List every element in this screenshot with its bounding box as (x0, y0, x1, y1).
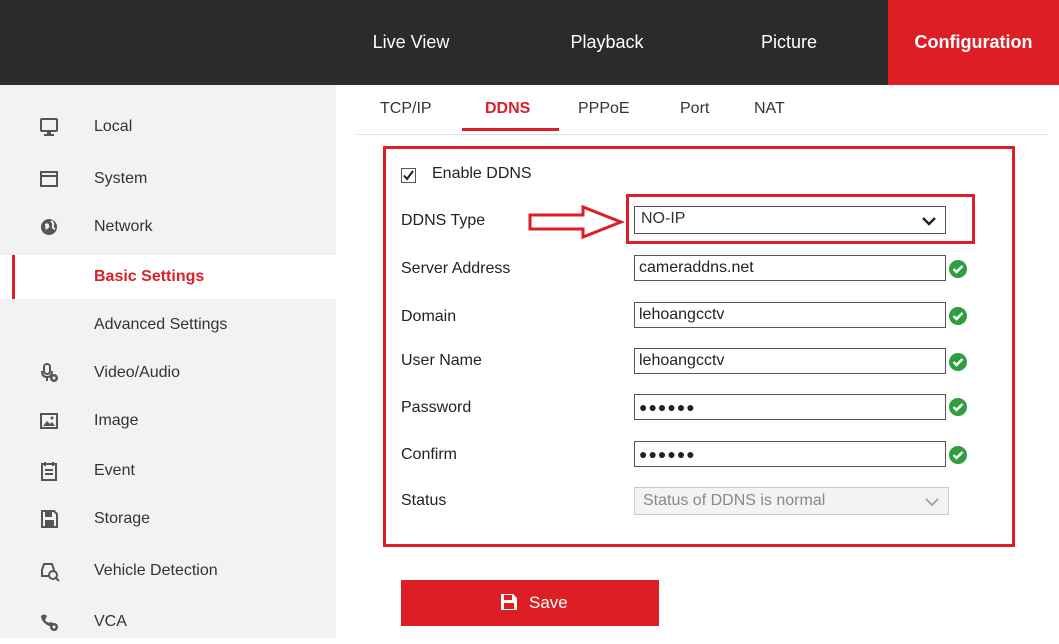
tab-nat[interactable]: NAT (754, 100, 785, 118)
image-icon (40, 413, 58, 429)
chevron-down-icon (922, 217, 936, 226)
tab-port[interactable]: Port (680, 100, 709, 118)
user-name-label: User Name (401, 352, 482, 369)
confirm-label: Confirm (401, 446, 458, 463)
status-label: Status (401, 492, 447, 509)
sidebar-item-advanced-settings[interactable]: Advanced Settings (0, 303, 336, 347)
sidebar-item-label: Network (94, 218, 153, 235)
nav-configuration[interactable]: Configuration (888, 0, 1059, 85)
sidebar-item-label: Event (94, 462, 135, 479)
user-name-field[interactable]: lehoangcctv (634, 348, 946, 374)
vca-icon (41, 614, 58, 631)
status-select: Status of DDNS is normal (634, 487, 949, 515)
sidebar-item-vehicle-detection[interactable]: Vehicle Detection (0, 549, 336, 593)
arrow-right-icon (528, 204, 625, 240)
server-address-field[interactable]: cameraddns.net (634, 255, 946, 281)
ddns-type-label: DDNS Type (401, 212, 486, 229)
valid-check-icon (949, 398, 967, 416)
enable-ddns-checkbox[interactable] (401, 168, 416, 183)
sidebar-item-label: Local (94, 118, 133, 135)
sidebar-item-label: Image (94, 412, 139, 429)
active-indicator (12, 255, 15, 299)
sidebar-item-basic-settings[interactable]: Basic Settings (0, 255, 336, 299)
sidebar-item-network[interactable]: Network (0, 205, 336, 249)
status-value: Status of DDNS is normal (643, 492, 826, 509)
valid-check-icon (949, 307, 967, 325)
nav-playback[interactable]: Playback (532, 0, 682, 85)
globe-icon (41, 219, 57, 235)
enable-ddns-label: Enable DDNS (432, 165, 532, 182)
sidebar-item-video-audio[interactable]: Video/Audio (0, 351, 336, 395)
password-field[interactable]: ●●●●●● (634, 394, 946, 420)
sidebar-item-label: Advanced Settings (94, 316, 228, 333)
save-button-label: Save (529, 593, 568, 612)
sidebar-item-label: Basic Settings (94, 268, 205, 285)
sidebar: Local System Network Basic Settings Adva… (0, 85, 336, 638)
tab-divider (357, 134, 1047, 135)
sidebar-item-label: VCA (94, 613, 127, 630)
window-icon (40, 171, 58, 187)
tab-tcp-ip[interactable]: TCP/IP (380, 100, 432, 118)
valid-check-icon (949, 353, 967, 371)
floppy-icon (501, 594, 517, 610)
server-address-label: Server Address (401, 260, 511, 277)
sidebar-item-event[interactable]: Event (0, 449, 336, 493)
sidebar-item-vca[interactable]: VCA (0, 600, 336, 644)
microphone-gear-icon (41, 363, 58, 382)
active-tab-underline (462, 128, 559, 131)
ddns-type-select[interactable]: NO-IP (634, 206, 946, 234)
valid-check-icon (949, 446, 967, 464)
sidebar-item-label: Storage (94, 510, 151, 527)
chevron-down-icon (925, 498, 939, 507)
ddns-type-value: NO-IP (641, 210, 686, 227)
password-label: Password (401, 399, 472, 416)
sidebar-item-label: Vehicle Detection (94, 562, 218, 579)
vehicle-search-icon (41, 563, 60, 582)
calendar-icon (41, 462, 57, 481)
sidebar-item-label: System (94, 170, 148, 187)
confirm-field[interactable]: ●●●●●● (634, 441, 946, 467)
tab-pppoe[interactable]: PPPoE (578, 100, 630, 118)
domain-label: Domain (401, 308, 457, 325)
tab-ddns[interactable]: DDNS (485, 100, 530, 118)
sidebar-item-system[interactable]: System (0, 157, 336, 201)
nav-live-view[interactable]: Live View (336, 0, 486, 85)
nav-picture[interactable]: Picture (714, 0, 864, 85)
sidebar-item-image[interactable]: Image (0, 399, 336, 443)
monitor-icon (40, 118, 58, 136)
top-nav-bar: Live View Playback Picture Configuration (0, 0, 1059, 85)
domain-field[interactable]: lehoangcctv (634, 302, 946, 328)
sidebar-item-local[interactable]: Local (0, 105, 336, 149)
valid-check-icon (949, 260, 967, 278)
sidebar-item-label: Video/Audio (94, 364, 180, 381)
floppy-icon (41, 510, 58, 528)
save-button[interactable]: Save (401, 580, 659, 626)
sidebar-item-storage[interactable]: Storage (0, 497, 336, 541)
